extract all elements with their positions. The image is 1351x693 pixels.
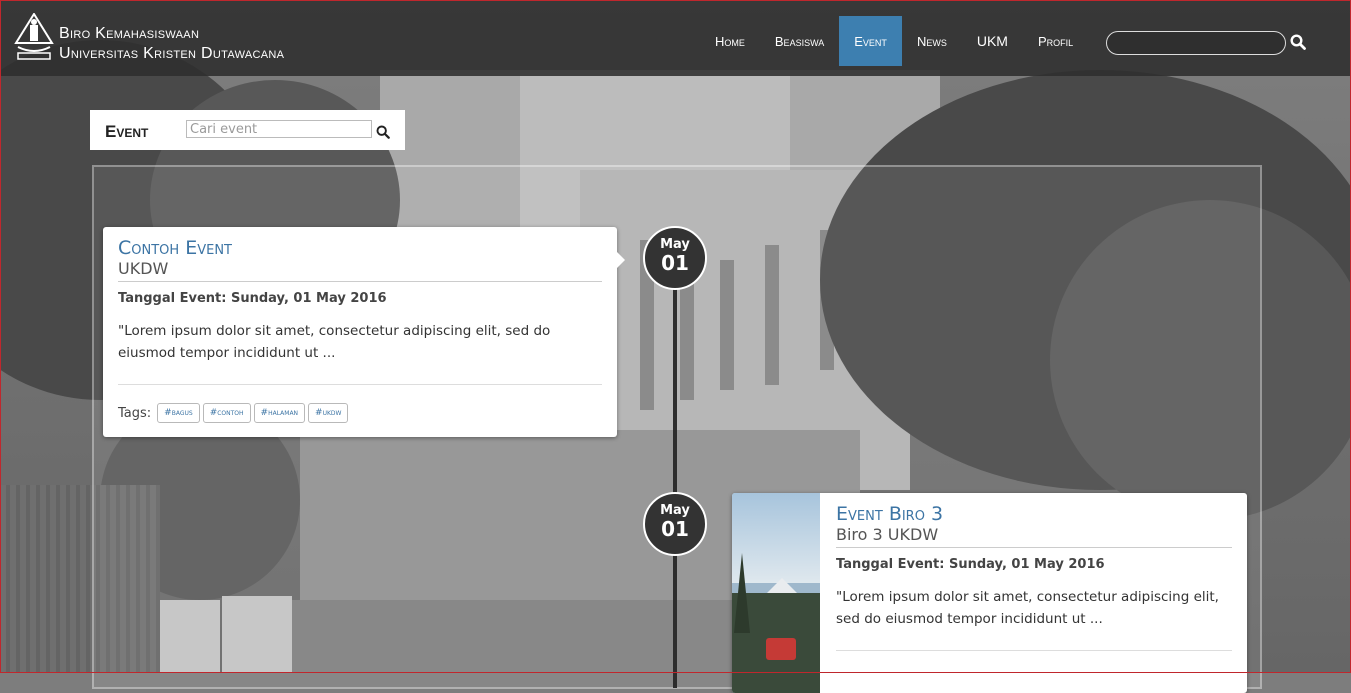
event-subtitle: Biro 3 UKDW bbox=[836, 525, 1232, 548]
event-date-badge: May 01 bbox=[643, 492, 707, 556]
tag-contoh[interactable]: #contoh bbox=[202, 403, 251, 423]
event-tags: Tags: #bagus #contoh #halaman #ukdw bbox=[118, 403, 602, 423]
card-divider bbox=[118, 384, 602, 385]
card-divider bbox=[836, 650, 1232, 651]
brand-line-2: Universitas Kristen Dutawacana bbox=[59, 45, 285, 62]
event-date-day: 01 bbox=[661, 251, 689, 275]
header-search-input[interactable] bbox=[1106, 31, 1286, 55]
tag-halaman[interactable]: #halaman bbox=[253, 403, 306, 423]
event-title-link[interactable]: Event Biro 3 bbox=[836, 503, 1232, 525]
event-date-text: Tanggal Event: Sunday, 01 May 2016 bbox=[118, 291, 387, 306]
event-date-month: May bbox=[660, 237, 690, 252]
event-description: "Lorem ipsum dolor sit amet, consectetur… bbox=[836, 589, 1219, 627]
event-date-badge: May 01 bbox=[643, 226, 707, 290]
nav-event[interactable]: Event bbox=[839, 16, 902, 66]
main-nav: Home Beasiswa Event News UKM Profil bbox=[700, 16, 1088, 66]
event-subtitle: UKDW bbox=[118, 259, 602, 282]
event-search-input[interactable] bbox=[186, 120, 372, 138]
event-panel-title: Event bbox=[105, 122, 149, 141]
event-title-link[interactable]: Contoh Event bbox=[118, 237, 602, 259]
event-card[interactable]: Contoh Event UKDW Tanggal Event: Sunday,… bbox=[103, 227, 625, 437]
event-card[interactable]: Event Biro 3 Biro 3 UKDW Tanggal Event: … bbox=[732, 493, 1247, 693]
search-icon[interactable] bbox=[1290, 34, 1306, 50]
event-description: "Lorem ipsum dolor sit amet, consectetur… bbox=[118, 323, 551, 361]
site-header: Biro Kemahasiswaan Universitas Kristen D… bbox=[0, 0, 1351, 76]
nav-profil[interactable]: Profil bbox=[1023, 16, 1088, 66]
timeline-line bbox=[673, 288, 677, 688]
university-logo-icon[interactable] bbox=[14, 12, 54, 65]
event-search-icon[interactable] bbox=[376, 124, 390, 139]
nav-beasiswa[interactable]: Beasiswa bbox=[760, 16, 839, 66]
tag-ukdw[interactable]: #ukdw bbox=[308, 403, 349, 423]
nav-news[interactable]: News bbox=[902, 16, 962, 66]
event-date-text: Tanggal Event: Sunday, 01 May 2016 bbox=[836, 557, 1105, 572]
brand-line-1: Biro Kemahasiswaan bbox=[59, 25, 200, 42]
brand-title[interactable]: Biro Kemahasiswaan Universitas Kristen D… bbox=[59, 24, 284, 64]
nav-home[interactable]: Home bbox=[700, 16, 760, 66]
event-thumbnail[interactable] bbox=[732, 493, 820, 693]
event-date-day: 01 bbox=[661, 517, 689, 541]
event-date-month: May bbox=[660, 503, 690, 518]
tags-label: Tags: bbox=[118, 405, 152, 421]
tag-bagus[interactable]: #bagus bbox=[157, 403, 200, 423]
nav-ukm[interactable]: UKM bbox=[962, 16, 1023, 66]
event-search-panel: Event bbox=[90, 110, 405, 150]
